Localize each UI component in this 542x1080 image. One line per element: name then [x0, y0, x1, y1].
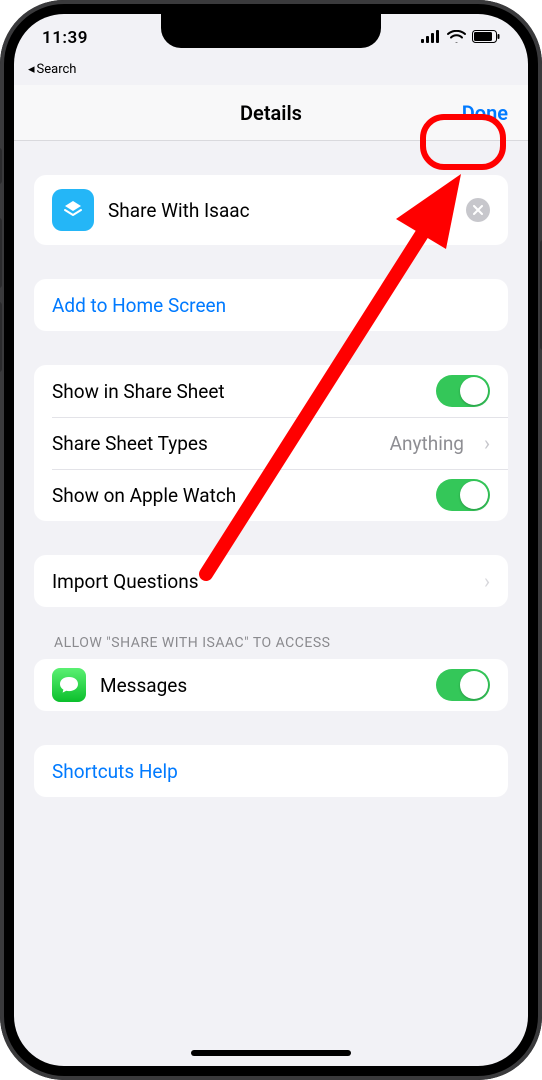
add-to-home-screen[interactable]: Add to Home Screen [34, 279, 508, 331]
add-home-card: Add to Home Screen [34, 279, 508, 331]
silence-switch [0, 148, 2, 184]
show-in-share-sheet-row: Show in Share Sheet [34, 365, 508, 417]
wifi-icon [447, 28, 466, 48]
status-time: 11:39 [42, 28, 88, 48]
screen: 11:39 [14, 14, 528, 1066]
show-on-apple-watch-label: Show on Apple Watch [52, 484, 236, 507]
access-section-header: ALLOW "SHARE WITH ISAAC" TO ACCESS [34, 607, 508, 659]
iphone-frame: 11:39 [0, 0, 542, 1080]
messages-access-row: Messages [34, 659, 508, 711]
shortcut-icon [52, 189, 94, 231]
share-sheet-types-row[interactable]: Share Sheet Types Anything › [34, 417, 508, 469]
nav-bar: Details Done [14, 85, 528, 141]
import-card: Import Questions › [34, 555, 508, 607]
chevron-right-icon: › [484, 431, 490, 455]
shortcut-card: Share With Isaac [34, 175, 508, 245]
clear-name-button[interactable] [466, 198, 490, 222]
back-label: Search [37, 62, 77, 77]
share-sheet-types-label: Share Sheet Types [52, 432, 208, 455]
back-caret-icon: ◂ [28, 62, 35, 77]
import-questions-label: Import Questions [52, 570, 199, 593]
shortcuts-help-label: Shortcuts Help [52, 760, 178, 783]
done-button[interactable]: Done [462, 101, 508, 125]
page-title: Details [240, 101, 302, 125]
access-card: Messages [34, 659, 508, 711]
volume-down-button [0, 302, 2, 372]
content: Share With Isaac Add to Home Screen Show… [14, 175, 528, 797]
home-indicator[interactable] [191, 1050, 351, 1056]
notch [161, 14, 381, 48]
messages-label: Messages [100, 674, 187, 697]
shortcuts-help-row[interactable]: Shortcuts Help [34, 745, 508, 797]
show-on-apple-watch-toggle[interactable] [436, 479, 490, 511]
show-in-share-sheet-label: Show in Share Sheet [52, 380, 225, 403]
chevron-right-icon: › [484, 569, 490, 593]
import-questions-row[interactable]: Import Questions › [34, 555, 508, 607]
share-sheet-types-value: Anything [390, 432, 464, 455]
show-on-apple-watch-row: Show on Apple Watch [34, 469, 508, 521]
share-card: Show in Share Sheet Share Sheet Types An… [34, 365, 508, 521]
shortcut-name-row[interactable]: Share With Isaac [34, 175, 508, 245]
messages-access-toggle[interactable] [436, 669, 490, 701]
shortcut-name: Share With Isaac [108, 199, 250, 222]
show-in-share-sheet-toggle[interactable] [436, 375, 490, 407]
volume-up-button [0, 218, 2, 288]
status-icons [421, 28, 500, 48]
back-to-search[interactable]: ◂ Search [14, 62, 528, 85]
help-card: Shortcuts Help [34, 745, 508, 797]
messages-app-icon [52, 668, 86, 702]
cellular-icon [421, 28, 441, 48]
add-home-label: Add to Home Screen [52, 294, 226, 317]
battery-icon [472, 28, 500, 48]
